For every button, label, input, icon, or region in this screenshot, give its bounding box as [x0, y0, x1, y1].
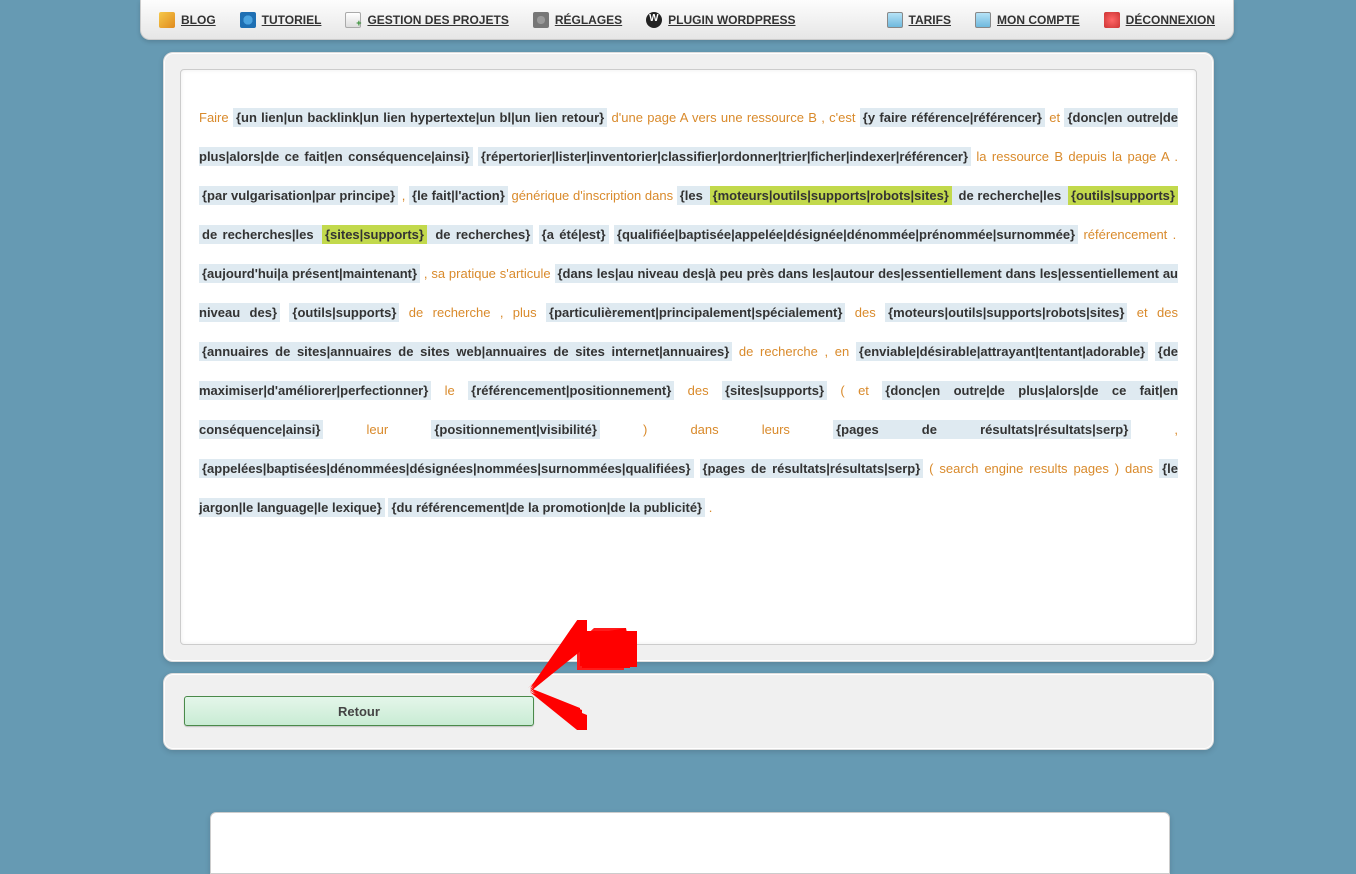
nav-deconnexion[interactable]: DÉCONNEXION	[1104, 12, 1215, 28]
plain-text: .	[705, 500, 712, 515]
plain-text	[280, 305, 289, 320]
top-nav: BLOG TUTORIEL GESTION DES PROJETS RÉGLAGES P…	[140, 0, 1234, 40]
retour-button[interactable]: Retour	[184, 696, 534, 726]
nav-gestion-projets-label: GESTION DES PROJETS	[367, 13, 508, 27]
nav-deconnexion-icon	[1104, 12, 1120, 28]
plain-text: ,	[1131, 422, 1178, 437]
plain-text	[533, 227, 538, 242]
spintax-token: {référencement|positionnement}	[468, 381, 674, 400]
spintax-token: {les	[677, 186, 710, 205]
nav-blog[interactable]: BLOG	[159, 12, 216, 28]
plain-text: et des	[1127, 305, 1178, 320]
nav-gestion-projets[interactable]: GESTION DES PROJETS	[345, 12, 508, 28]
action-panel: Retour	[163, 673, 1214, 750]
plain-text: la ressource B depuis la page A .	[971, 149, 1178, 164]
nav-tarifs-label: TARIFS	[909, 13, 951, 27]
spintax-token: {sites|supports}	[722, 381, 827, 400]
spintax-token: {le fait|l'action}	[409, 186, 508, 205]
plain-text: , sa pratique s'articule	[420, 266, 554, 281]
nav-mon-compte[interactable]: MON COMPTE	[975, 12, 1080, 28]
plain-text: de recherche , en	[732, 344, 856, 359]
plain-text: de recherche , plus	[399, 305, 546, 320]
nav-tutoriel-icon	[240, 12, 256, 28]
spintax-token: {répertorier|lister|inventorier|classifi…	[478, 147, 971, 166]
spintax-panel: Faire {un lien|un backlink|un lien hyper…	[163, 52, 1214, 662]
spintax-panel-inner: Faire {un lien|un backlink|un lien hyper…	[180, 69, 1197, 645]
plain-text: référencement .	[1078, 227, 1176, 242]
plain-text: générique d'inscription dans	[508, 188, 677, 203]
spintax-highlight: {outils|supports}	[1068, 186, 1178, 205]
nav-right-group: TARIFS MON COMPTE DÉCONNEXION	[887, 12, 1215, 28]
spintax-token: {a été|est}	[539, 225, 609, 244]
nav-mon-compte-icon	[975, 12, 991, 28]
spintax-token: de recherches}	[427, 225, 533, 244]
spintax-token: {du référencement|de la promotion|de la …	[388, 498, 705, 517]
nav-left-group: BLOG TUTORIEL GESTION DES PROJETS RÉGLAGES P…	[159, 12, 796, 28]
nav-blog-icon	[159, 12, 175, 28]
plain-text: et	[1045, 110, 1064, 125]
nav-tutoriel[interactable]: TUTORIEL	[240, 12, 322, 28]
nav-plugin-wordpress-icon	[646, 12, 662, 28]
nav-mon-compte-label: MON COMPTE	[997, 13, 1080, 27]
plain-text: ) dans leurs	[600, 422, 833, 437]
nav-reglages-icon	[533, 12, 549, 28]
plain-text	[1148, 344, 1155, 359]
nav-gestion-projets-icon	[345, 12, 361, 28]
spintax-token: {annuaires de sites|annuaires de sites w…	[199, 342, 732, 361]
plain-text: le	[431, 383, 468, 398]
plain-text: des	[845, 305, 885, 320]
spintax-highlight: {sites|supports}	[322, 225, 427, 244]
spintax-token: {pages de résultats|résultats|serp}	[833, 420, 1131, 439]
spintax-token: {par vulgarisation|par principe}	[199, 186, 398, 205]
plain-text	[694, 461, 700, 476]
nav-tarifs[interactable]: TARIFS	[887, 12, 951, 28]
spintax-content: Faire {un lien|un backlink|un lien hyper…	[199, 98, 1178, 527]
spintax-token: {enviable|désirable|attrayant|tentant|ad…	[856, 342, 1148, 361]
spintax-token: {outils|supports}	[289, 303, 399, 322]
spintax-token: de recherche|les	[952, 186, 1068, 205]
spintax-token: de recherches|les	[199, 225, 322, 244]
spintax-token: {aujourd'hui|a présent|maintenant}	[199, 264, 420, 283]
nav-reglages[interactable]: RÉGLAGES	[533, 12, 622, 28]
nav-deconnexion-label: DÉCONNEXION	[1126, 13, 1215, 27]
nav-tarifs-icon	[887, 12, 903, 28]
spintax-token: {qualifiée|baptisée|appelée|désignée|dén…	[614, 225, 1078, 244]
nav-plugin-wordpress[interactable]: PLUGIN WORDPRESS	[646, 12, 795, 28]
spintax-token: {pages de résultats|résultats|serp}	[700, 459, 924, 478]
spintax-token: {appelées|baptisées|dénommées|désignées|…	[199, 459, 694, 478]
plain-text: leur	[323, 422, 431, 437]
nav-blog-label: BLOG	[181, 13, 216, 27]
plain-text: Faire	[199, 110, 233, 125]
nav-reglages-label: RÉGLAGES	[555, 13, 622, 27]
plain-text: d'une page A vers une ressource B , c'es…	[607, 110, 860, 125]
spintax-token: {y faire référence|référencer}	[860, 108, 1045, 127]
spintax-token: {positionnement|visibilité}	[431, 420, 600, 439]
nav-tutoriel-label: TUTORIEL	[262, 13, 322, 27]
plain-text: ( search engine results pages ) dans	[923, 461, 1159, 476]
plain-text: ( et	[827, 383, 882, 398]
spintax-token: {particulièrement|principalement|spécial…	[546, 303, 845, 322]
spintax-token: {moteurs|outils|supports|robots|sites}	[885, 303, 1127, 322]
spintax-token: {un lien|un backlink|un lien hypertexte|…	[233, 108, 607, 127]
footer-panel	[210, 812, 1170, 874]
plain-text: ,	[398, 188, 409, 203]
plain-text: des	[674, 383, 722, 398]
spintax-highlight: {moteurs|outils|supports|robots|sites}	[710, 186, 952, 205]
nav-plugin-wordpress-label: PLUGIN WORDPRESS	[668, 13, 795, 27]
